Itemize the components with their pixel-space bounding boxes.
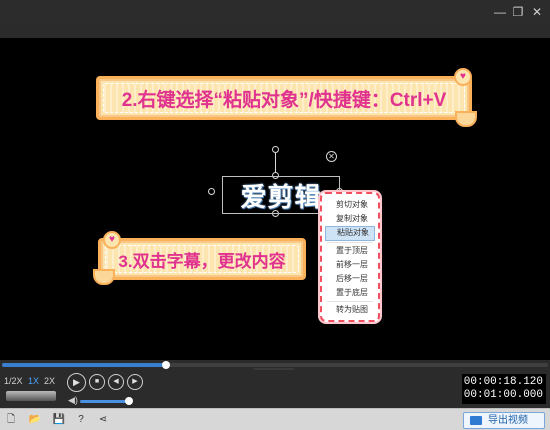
rotate-handle[interactable] <box>272 146 279 153</box>
progress-fill <box>2 363 166 367</box>
share-icon[interactable]: ⋖ <box>96 413 110 427</box>
minimize-icon[interactable]: — <box>492 4 508 20</box>
menu-item-bring-forward[interactable]: 前移一层 <box>325 258 375 272</box>
heart-icon: ♥ <box>103 231 121 249</box>
help-icon[interactable]: ? <box>74 413 88 427</box>
speed-double-button[interactable]: 2X <box>44 376 55 386</box>
new-project-icon[interactable]: 🗋 <box>4 413 18 427</box>
instruction-banner-bottom[interactable]: 3.双击字幕，更改内容 <box>93 238 306 285</box>
menu-item-paste[interactable]: 粘贴对象 <box>325 226 375 241</box>
export-video-label: 导出视频 <box>488 415 528 426</box>
current-time: 00:00:18.120 <box>463 376 543 388</box>
volume-handle[interactable] <box>125 397 134 405</box>
resize-handle-left[interactable] <box>208 188 215 195</box>
menu-separator <box>327 241 373 243</box>
menu-item-copy[interactable]: 复制对象 <box>325 212 375 226</box>
export-icon <box>470 416 482 425</box>
menu-item-convert-to-sticker[interactable]: 转为贴图 <box>325 303 375 317</box>
total-time: 00:01:00.000 <box>463 389 543 401</box>
open-folder-icon[interactable]: 📂 <box>28 413 42 427</box>
speed-slider[interactable] <box>6 391 56 401</box>
menu-item-bring-to-front[interactable]: 置于顶层 <box>325 244 375 258</box>
delete-object-icon[interactable]: ✕ <box>326 151 337 162</box>
preview-stage[interactable]: 2.右键选择“粘贴对象”/快捷键：Ctrl+V ♥ 3.双击字幕，更改内容 ♥ … <box>0 38 550 360</box>
stop-icon[interactable]: ■ <box>89 374 105 390</box>
previous-frame-icon[interactable]: ◀ <box>108 374 124 390</box>
restore-icon[interactable]: ❐ <box>510 4 526 20</box>
instruction-banner-top[interactable]: 2.右键选择“粘贴对象”/快捷键：Ctrl+V <box>96 76 477 127</box>
bottom-toolbar: 🗋 📂 💾 ? ⋖ 导出视频 <box>0 408 550 430</box>
close-icon[interactable]: ✕ <box>529 4 545 20</box>
menu-item-cut[interactable]: 剪切对象 <box>325 198 375 212</box>
video-editor-window: — ❐ ✕ 2.右键选择“粘贴对象”/快捷键：Ctrl+V ♥ 3.双击字幕，更… <box>0 0 550 430</box>
speed-half-button[interactable]: 1/2X <box>4 376 23 386</box>
menu-item-send-backward[interactable]: 后移一层 <box>325 272 375 286</box>
export-video-button[interactable]: 导出视频 <box>463 412 545 429</box>
playback-controls: 1/2X 1X 2X ▶ ■ ◀ ▶ ◀) 00:00:18.120 00:01… <box>0 370 550 408</box>
context-menu: 剪切对象 复制对象 粘贴对象 置于顶层 前移一层 后移一层 置于底层 转为贴图 <box>320 192 380 322</box>
save-icon[interactable]: 💾 <box>52 413 66 427</box>
title-bar: — ❐ ✕ <box>0 0 550 24</box>
time-display: 00:00:18.120 00:01:00.000 <box>462 374 546 404</box>
banner-curl-decoration <box>455 111 477 127</box>
instruction-banner-top-text: 2.右键选择“粘贴对象”/快捷键：Ctrl+V <box>121 89 447 111</box>
menu-separator <box>327 301 373 303</box>
next-frame-icon[interactable]: ▶ <box>127 374 143 390</box>
banner-curl-decoration <box>93 269 115 285</box>
menu-item-send-to-back[interactable]: 置于底层 <box>325 286 375 300</box>
heart-icon: ♥ <box>454 68 472 86</box>
instruction-banner-bottom-text: 3.双击字幕，更改内容 <box>118 251 286 271</box>
volume-slider[interactable] <box>80 400 132 403</box>
play-icon[interactable]: ▶ <box>67 373 86 392</box>
progress-handle[interactable] <box>161 361 170 369</box>
speed-normal-button[interactable]: 1X <box>28 376 39 386</box>
volume-icon[interactable]: ◀) <box>68 395 78 406</box>
